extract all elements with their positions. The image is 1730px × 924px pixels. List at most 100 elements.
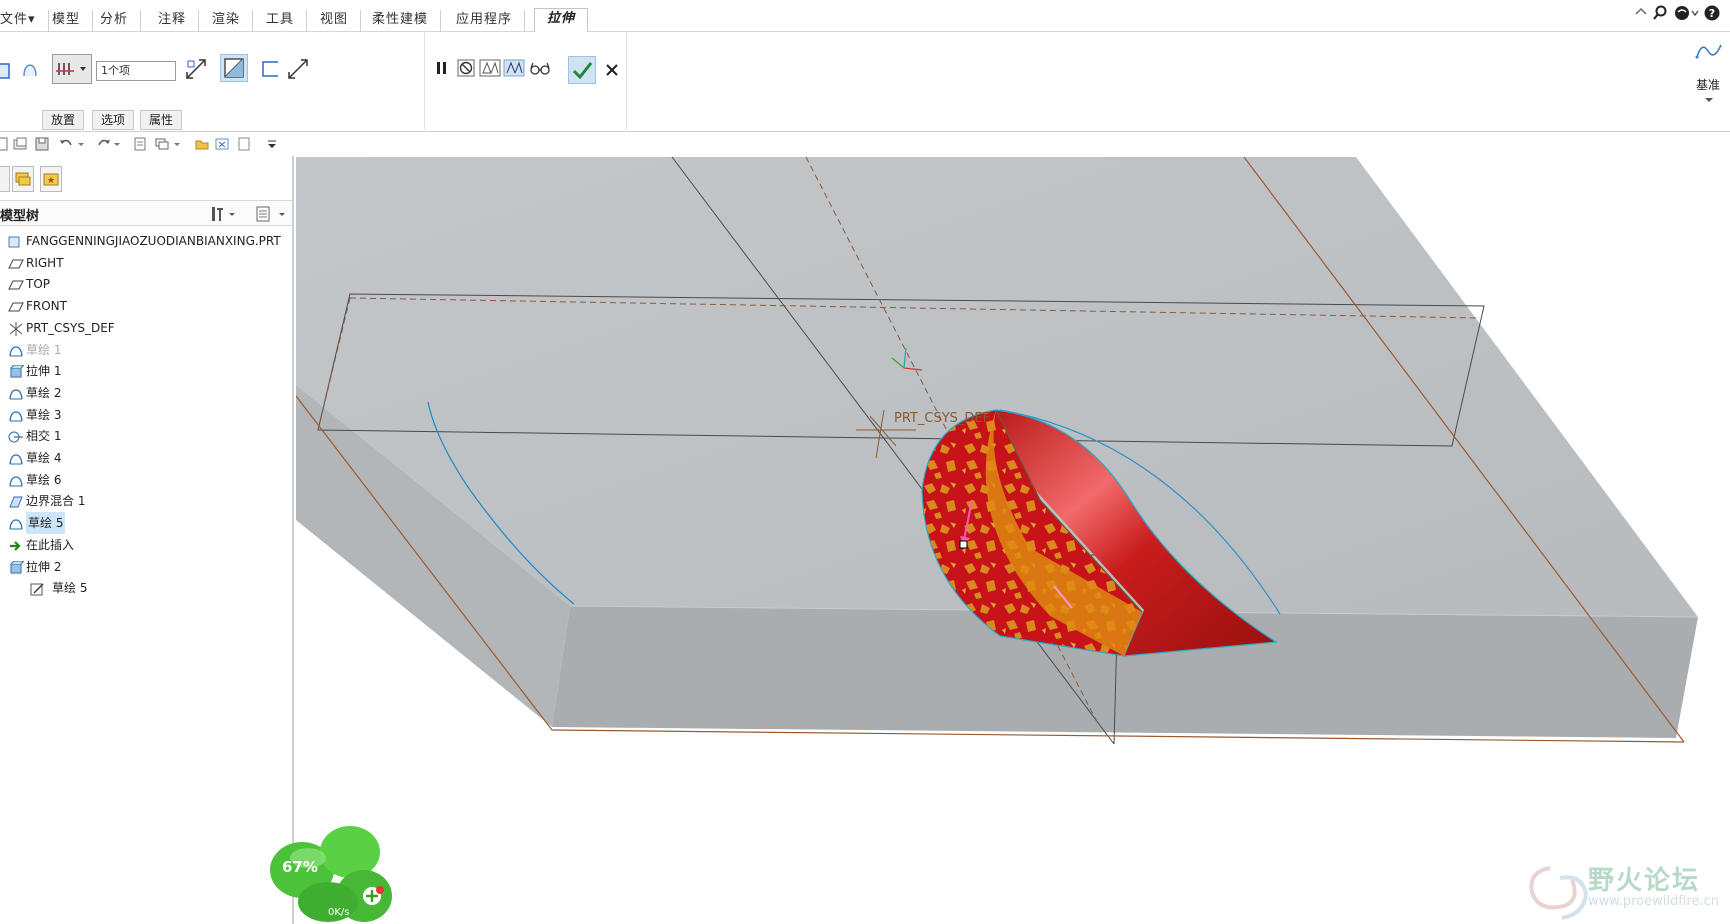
tab-flexible-modeling[interactable]: 柔性建模 [360,10,442,32]
search-icon[interactable] [1652,5,1668,25]
open-icon[interactable] [12,136,28,152]
tree-item-label: 草绘 6 [26,472,62,487]
tree-item[interactable]: 草绘 6 [0,469,292,491]
part-icon [8,234,24,248]
tree-settings-icon[interactable] [210,205,238,226]
surface-extrude-icon[interactable] [18,59,42,83]
tree-item[interactable]: PRT_CSYS_DEF [0,317,292,339]
tab-properties[interactable]: 属性 [140,110,183,130]
tab-tools[interactable]: 工具 [254,10,308,32]
tree-item-label: 草绘 1 [26,342,62,357]
cancel-button[interactable] [600,58,624,82]
model-tree-title: 模型树 [0,209,40,224]
undo-dropdown-icon[interactable] [76,136,86,152]
tab-options[interactable]: 选项 [92,110,135,130]
tree-item[interactable]: 相交 1 [0,425,292,447]
tree-item[interactable]: 草绘 5 [0,512,292,535]
depth-reference-field[interactable]: 1个项 [96,61,176,81]
watermark-title: 野火论坛 [1588,866,1701,896]
tree-item[interactable]: 草绘 4 [0,447,292,469]
sketch-icon [8,516,24,530]
tree-item[interactable]: FRONT [0,295,292,317]
datum-dropdown-icon[interactable] [1704,94,1714,108]
pause-icon[interactable] [430,56,454,80]
regenerate-icon[interactable] [132,136,148,152]
customize-qat-icon[interactable] [266,136,278,152]
no-preview-icon[interactable] [454,56,478,80]
plane-icon [8,277,24,291]
tree-item-label: 草绘 5 [52,581,88,596]
tab-favorites[interactable]: ★ [40,166,62,192]
insert-arrow-icon [8,538,24,552]
tree-show-icon[interactable] [254,205,288,226]
depth-option-dropdown[interactable] [52,54,92,84]
verify-preview-icon[interactable] [502,56,526,80]
open-folder-icon[interactable] [194,136,210,152]
tree-item-label: FRONT [26,299,67,314]
tree-item-label: 草绘 2 [26,385,62,400]
tree-item[interactable]: 草绘 2 [0,382,292,404]
csys-label: PRT_CSYS_DEF [894,411,990,426]
windows-dropdown-icon[interactable] [172,136,182,152]
tree-item[interactable]: TOP [0,273,292,295]
redo-dropdown-icon[interactable] [112,136,122,152]
tree-item[interactable]: 草绘 5 [0,577,292,599]
tree-item-label: 相交 1 [26,429,62,444]
thickness-flip-icon[interactable] [286,57,310,81]
tab-applications[interactable]: 应用程序 [444,10,526,32]
tab-extrude[interactable]: 拉伸 [534,8,589,33]
undo-icon[interactable] [58,136,74,152]
tree-item[interactable]: 草绘 3 [0,404,292,426]
quick-access-toolbar [0,132,295,156]
tab-model[interactable]: 模型 [40,10,94,32]
tree-item[interactable]: 草绘 1 [0,339,292,361]
glasses-preview-icon[interactable] [528,56,552,80]
community-icon[interactable] [1674,5,1700,25]
blank-page-icon[interactable] [236,136,252,152]
remove-material-icon[interactable] [220,54,248,82]
3d-model-view[interactable]: PRT_CSYS_DEF [296,156,1730,924]
tab-render[interactable]: 渲染 [200,10,254,32]
upload-speed-label: 0K/s [328,907,350,918]
tree-item-label: 在此插入 [26,537,75,552]
new-icon[interactable] [0,136,10,152]
confirm-button[interactable] [568,56,596,84]
solid-extrude-icon[interactable] [0,59,14,83]
tab-placement[interactable]: 放置 [42,110,85,130]
tab-folder-browser[interactable] [12,166,34,192]
redo-icon[interactable] [96,136,112,152]
close-window-icon[interactable] [214,136,230,152]
tree-item[interactable]: 在此插入 [0,534,292,556]
selection-handle[interactable] [959,540,968,549]
thicken-sketch-icon[interactable] [258,57,282,81]
tab-model-tree[interactable] [0,166,10,192]
tree-item[interactable]: 拉伸 1 [0,360,292,382]
tab-annotate[interactable]: 注释 [146,10,200,32]
boundary-blend-icon [8,494,24,508]
tree-item[interactable]: 拉伸 2 [0,556,292,578]
extrude-icon [8,364,26,378]
csys-icon [8,321,24,336]
collapse-ribbon-icon[interactable] [1634,5,1648,23]
tab-analysis[interactable]: 分析 [88,10,142,32]
save-icon[interactable] [34,136,50,152]
tree-item-label: FANGGENNINGJIAOZUODIANBIANXING.PRT [26,234,281,248]
graphics-window[interactable]: PRT_CSYS_DEF [296,156,1730,924]
windows-icon[interactable] [154,136,170,152]
datum-curve-icon[interactable] [1694,40,1724,64]
plane-icon [8,299,24,313]
tree-item[interactable]: RIGHT [0,252,292,274]
help-icon[interactable]: ? [1704,5,1720,25]
menu-bar: 文件▾ 模型 分析 注释 渲染 工具 视图 柔性建模 应用程序 拉伸 ? [0,0,1730,33]
sketch-icon [8,473,24,487]
ribbon-separator [424,32,425,130]
tree-item[interactable]: 边界混合 1 [0,490,292,512]
separate-preview-icon[interactable] [478,56,502,80]
ribbon-extrude: 1个项 放置 选项 属性 基准 [0,32,1730,132]
sketch-icon [8,343,24,357]
tree-item[interactable]: FANGGENNINGJIAOZUODIANBIANXING.PRT [0,230,292,252]
tab-view[interactable]: 视图 [308,10,362,32]
flip-direction-icon[interactable] [184,57,208,81]
tree-item-label: 草绘 4 [26,451,62,465]
intersect-icon [8,429,24,443]
